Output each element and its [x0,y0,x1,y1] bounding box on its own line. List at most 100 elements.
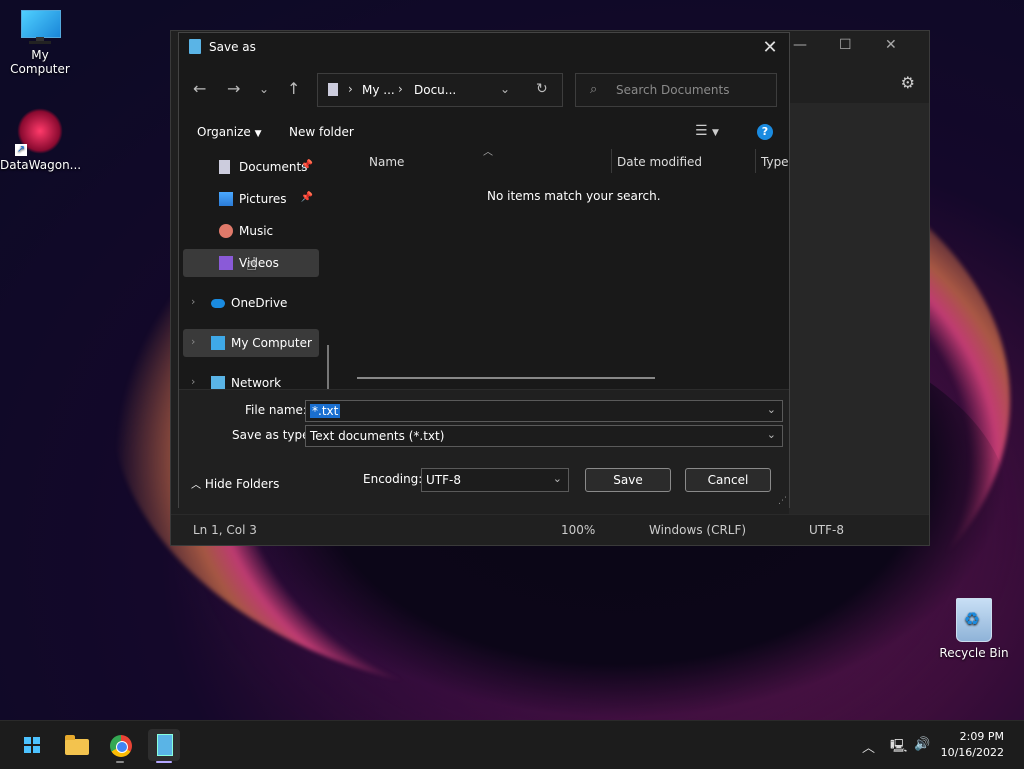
address-bar[interactable]: › My ... › Docu... ⌄ ↻ [317,73,563,107]
nav-item-onedrive[interactable]: › OneDrive [183,289,319,317]
nav-item-label: Videos [239,256,279,270]
dialog-titlebar: Save as ✕ [179,33,789,61]
chevron-right-icon[interactable]: › [191,375,195,388]
save-as-type-select[interactable]: Text documents (*.txt) ⌄ [305,425,783,447]
close-icon[interactable]: ✕ [885,37,897,53]
column-divider[interactable] [755,149,756,173]
save-form: File name: *.txt ⌄ Save as type: Text do… [179,389,789,508]
chevron-right-icon[interactable]: › [191,295,195,308]
chrome-button[interactable] [104,729,136,763]
nav-item-label: Pictures [239,192,287,206]
start-button[interactable] [16,729,48,761]
new-folder-button[interactable]: New folder [289,125,354,139]
help-icon[interactable]: ? [757,124,773,140]
line-ending: Windows (CRLF) [649,523,747,537]
nav-item-documents[interactable]: Documents 📌 [183,153,319,181]
shortcut-arrow-icon: ↗ [15,144,27,156]
chevron-up-icon: ︿ [191,480,201,491]
search-icon: ⌕ [590,82,598,97]
file-name-input[interactable]: *.txt ⌄ [305,400,783,422]
nav-item-label: Network [231,376,282,390]
nav-item-music[interactable]: Music [183,217,319,245]
minimize-icon[interactable]: — [793,37,807,53]
datawagon-icon: ↗ [15,108,63,156]
column-header-name[interactable]: Name [369,155,404,169]
notepad-editor[interactable] [789,103,929,533]
windows-logo-icon [24,737,40,753]
column-header-type[interactable]: Type [761,155,789,169]
chevron-down-icon[interactable]: ⌄ [500,82,510,96]
notepad-icon [189,39,201,54]
column-header-date-modified[interactable]: Date modified [617,155,702,169]
desktop-icon-label: DataWagon... [0,158,82,172]
view-options-icon[interactable]: ☰ ▼ [695,123,719,139]
close-icon[interactable]: ✕ [759,37,781,58]
column-divider[interactable] [611,149,612,173]
nav-item-label: My Computer [231,336,312,350]
hide-folders-button[interactable]: ︿ Hide Folders [191,476,279,491]
nav-item-my-computer[interactable]: › My Computer [183,329,319,357]
empty-message: No items match your search. [487,189,661,203]
maximize-icon[interactable]: ☐ [839,37,852,53]
cancel-button[interactable]: Cancel [685,468,771,492]
folder-icon [65,735,89,755]
show-hidden-icons-chevron-icon[interactable]: ︿ [862,737,875,756]
notepad-icon [157,734,173,756]
desktop-icon-datawagon[interactable]: ↗ DataWagon... [0,108,82,172]
file-explorer-button[interactable] [60,729,92,761]
volume-icon[interactable]: 🔊 [914,737,930,752]
horizontal-scrollbar[interactable] [357,377,655,379]
network-tray-icon[interactable]: 🖳 [890,737,907,759]
recent-locations-chevron-icon[interactable]: ⌄ [259,82,269,96]
back-arrow-icon[interactable]: ← [193,79,206,98]
pin-icon: 📌 [300,192,313,203]
save-as-dialog: Save as ✕ ← → ⌄ ↑ › My ... › Docu... ⌄ ↻… [178,32,790,508]
file-list: ︿ Name Date modified Type No items match… [339,147,789,385]
chevron-down-icon: ⌄ [552,472,562,485]
refresh-icon[interactable]: ↻ [536,81,548,97]
desktop-icon-label: Recycle Bin [939,646,1009,660]
desktop-icon-my-computer[interactable]: My Computer [0,10,80,76]
dialog-title: Save as [209,40,256,54]
nav-item-pictures[interactable]: Pictures 📌 [183,185,319,213]
organize-button[interactable]: Organize ▼ [197,125,262,139]
breadcrumb-item[interactable]: My ... [362,83,395,97]
desktop-icon-recycle-bin[interactable]: ♻ Recycle Bin [934,598,1014,660]
cursor-position: Ln 1, Col 3 [193,523,257,537]
chevron-down-icon: ▼ [254,129,262,139]
pin-icon: 📌 [300,160,313,171]
encoding-select[interactable]: UTF-8 ⌄ [421,468,569,492]
notepad-button[interactable] [148,729,180,763]
documents-icon [219,160,230,174]
monitor-icon [211,336,225,350]
videos-icon [219,256,233,270]
up-arrow-icon[interactable]: ↑ [287,79,300,98]
chrome-icon [110,735,132,757]
save-as-type-label: Save as type: [232,428,314,442]
notepad-titlebar: — ☐ ✕ [789,31,929,63]
save-button[interactable]: Save [585,468,671,492]
resize-grip-icon[interactable]: ⋰ [778,496,787,506]
taskbar: ︿ 🖳 🔊 2:09 PM 10/16/2022 [0,720,1024,769]
nav-item-label: OneDrive [231,296,288,310]
pictures-icon [219,192,233,206]
forward-arrow-icon[interactable]: → [227,79,240,98]
clock-time: 2:09 PM [959,730,1004,743]
cloud-icon [211,299,225,308]
hand-cursor-icon: ☝ [246,254,257,275]
clock[interactable]: 2:09 PM 10/16/2022 [941,729,1004,761]
gear-icon[interactable]: ⚙ [901,73,915,92]
network-icon [211,376,225,390]
clock-date: 10/16/2022 [940,746,1004,759]
chevron-right-icon[interactable]: › [191,335,195,348]
breadcrumb-item[interactable]: Docu... [414,83,456,97]
search-input[interactable]: ⌕ Search Documents [575,73,777,107]
encoding-label: Encoding: [363,472,423,486]
running-indicator [116,761,124,763]
chevron-down-icon[interactable]: ⌄ [767,403,776,416]
chevron-down-icon: ⌄ [766,428,776,441]
desktop-icon-label: My Computer [10,48,70,76]
active-indicator [156,761,172,763]
save-as-type-value: Text documents (*.txt) [310,429,445,443]
search-placeholder: Search Documents [616,83,730,97]
